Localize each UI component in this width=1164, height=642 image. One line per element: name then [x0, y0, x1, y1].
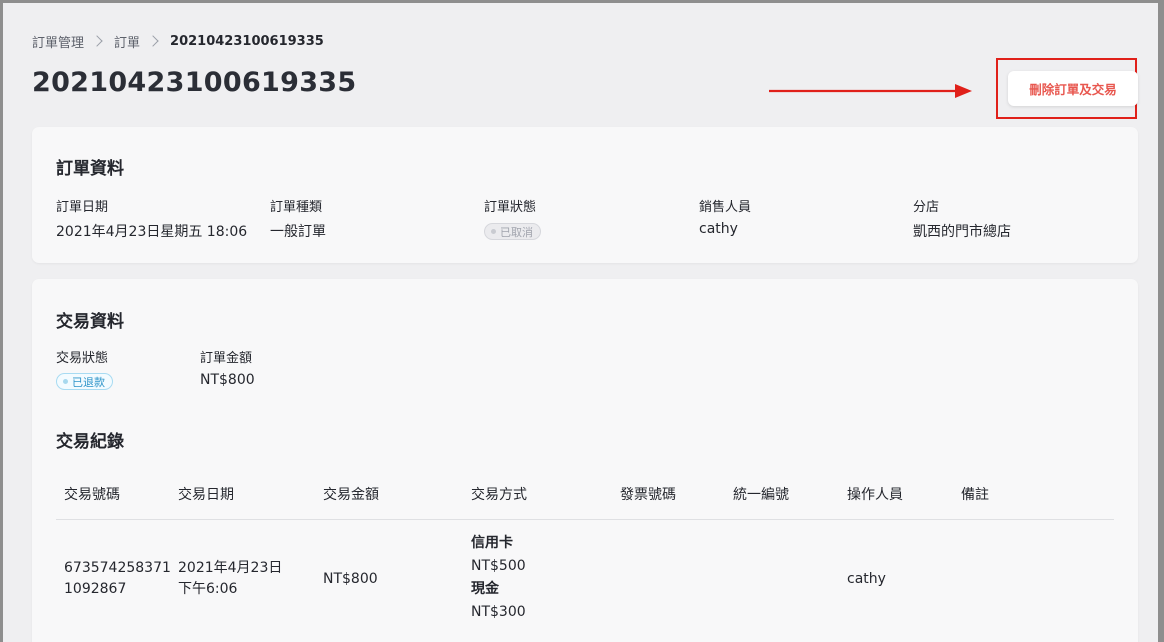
payment-method-amount: NT$300: [471, 604, 526, 620]
payment-method-amount: NT$500: [471, 558, 526, 574]
payment-method-name: 現金: [471, 581, 499, 597]
order-amount-value: NT$800: [200, 372, 255, 388]
order-status-label: 訂單狀態: [484, 200, 537, 215]
txn-method-cell: 信用卡 NT$500 現金 NT$300: [471, 532, 526, 624]
sales-person-label: 銷售人員: [699, 200, 752, 215]
operator-cell: cathy: [847, 571, 886, 587]
sales-person-value: cathy: [699, 221, 738, 237]
column-header-txn-no: 交易號碼: [64, 487, 120, 503]
order-date-value: 2021年4月23日星期五 18:06: [56, 224, 248, 240]
breadcrumb-current: 20210423100619335: [170, 33, 324, 49]
column-header-txn-method: 交易方式: [471, 487, 527, 503]
column-header-note: 備註: [961, 487, 989, 503]
breadcrumb-item-order-management[interactable]: 訂單管理: [32, 32, 84, 51]
transaction-records-title: 交易紀錄: [56, 432, 124, 452]
order-status-badge: 已取消: [484, 223, 541, 240]
column-header-invoice-no: 發票號碼: [620, 487, 676, 503]
status-dot-icon: [63, 379, 68, 384]
txn-date-cell: 2021年4月23日 下午6:06: [178, 558, 282, 600]
order-amount-label: 訂單金額: [200, 351, 253, 366]
page-title: 20210423100619335: [32, 67, 357, 98]
branch-value: 凱西的門市總店: [913, 224, 1011, 240]
txn-no-line-2: 1092867: [64, 581, 127, 597]
status-dot-icon: [491, 229, 496, 234]
order-detail-page: 訂單管理 訂單 20210423100619335 20210423100619…: [3, 3, 1158, 642]
transaction-status-value: 已退款: [72, 375, 105, 389]
transaction-info-title: 交易資料: [56, 312, 124, 332]
order-info-card: 訂單資料 訂單日期 2021年4月23日星期五 18:06 訂單種類 一般訂單 …: [32, 127, 1138, 263]
order-info-title: 訂單資料: [56, 159, 124, 179]
txn-no-line-1: 673574258371: [64, 560, 171, 576]
table-divider: [56, 519, 1114, 520]
branch-label: 分店: [913, 200, 940, 215]
column-header-operator: 操作人員: [847, 487, 903, 503]
transaction-status-label: 交易狀態: [56, 351, 109, 366]
order-date-label: 訂單日期: [56, 200, 109, 215]
order-type-value: 一般訂單: [270, 224, 326, 240]
delete-order-and-transaction-button[interactable]: 刪除訂單及交易: [1008, 71, 1138, 106]
chevron-right-icon: [147, 35, 159, 47]
order-type-label: 訂單種類: [270, 200, 323, 215]
transaction-status-badge: 已退款: [56, 373, 113, 390]
column-header-txn-date: 交易日期: [178, 487, 234, 503]
column-header-tax-id: 統一編號: [733, 487, 789, 503]
txn-date-line-2: 下午6:06: [178, 581, 238, 597]
txn-amount-cell: NT$800: [323, 571, 378, 587]
column-header-txn-amount: 交易金額: [323, 487, 379, 503]
txn-date-line-1: 2021年4月23日: [178, 560, 283, 576]
transaction-info-card: 交易資料 交易狀態 已退款 訂單金額 NT$800 交易紀錄 交易號碼 交易日期…: [32, 279, 1138, 642]
txn-no-cell: 673574258371 1092867: [64, 558, 171, 600]
breadcrumb: 訂單管理 訂單 20210423100619335: [32, 30, 324, 52]
payment-method-name: 信用卡: [471, 535, 513, 551]
chevron-right-icon: [91, 35, 103, 47]
order-status-value: 已取消: [500, 225, 533, 239]
breadcrumb-item-orders[interactable]: 訂單: [114, 32, 140, 51]
annotation-arrow-icon: [769, 84, 972, 98]
